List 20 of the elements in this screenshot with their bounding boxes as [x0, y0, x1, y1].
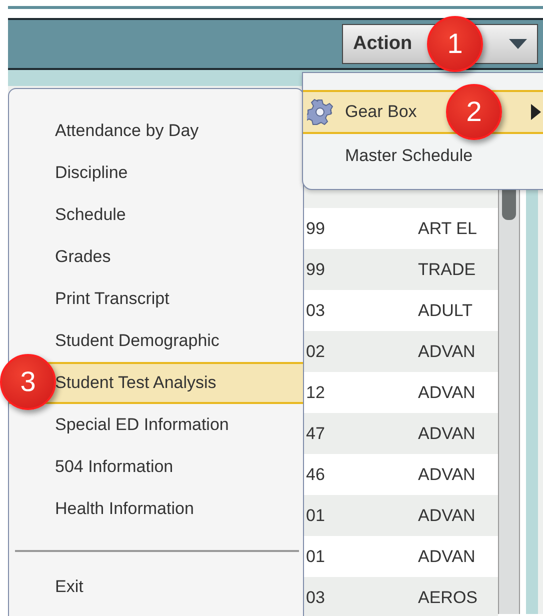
- table-cell: ADVAN: [418, 464, 476, 484]
- table-cell: ADVAN: [418, 506, 476, 526]
- table-cell: ADVAN: [418, 342, 476, 362]
- table-cell-text: 99: [306, 260, 326, 280]
- table-cell: ART EL: [418, 218, 477, 238]
- table-cell-text: 46: [306, 464, 326, 484]
- table-cell: ADVAN: [418, 382, 476, 402]
- table-cell: TRADE: [418, 260, 476, 280]
- table-cell-text: 01: [306, 506, 326, 526]
- table-cell-text: 03: [306, 300, 326, 320]
- table-cell-text: 99: [306, 218, 326, 238]
- table-cell-text: 03: [306, 588, 326, 608]
- table-cell-text: 12: [306, 382, 326, 402]
- table-cell-text: 01: [306, 546, 326, 566]
- table-cell: AEROS: [418, 588, 478, 608]
- table-cell: ADVAN: [418, 546, 476, 566]
- table-cell: ADULT: [418, 300, 472, 320]
- table-cell-text: 47: [306, 424, 326, 444]
- table-cell-text: 02: [306, 342, 326, 362]
- table-cell: ADVAN: [418, 424, 476, 444]
